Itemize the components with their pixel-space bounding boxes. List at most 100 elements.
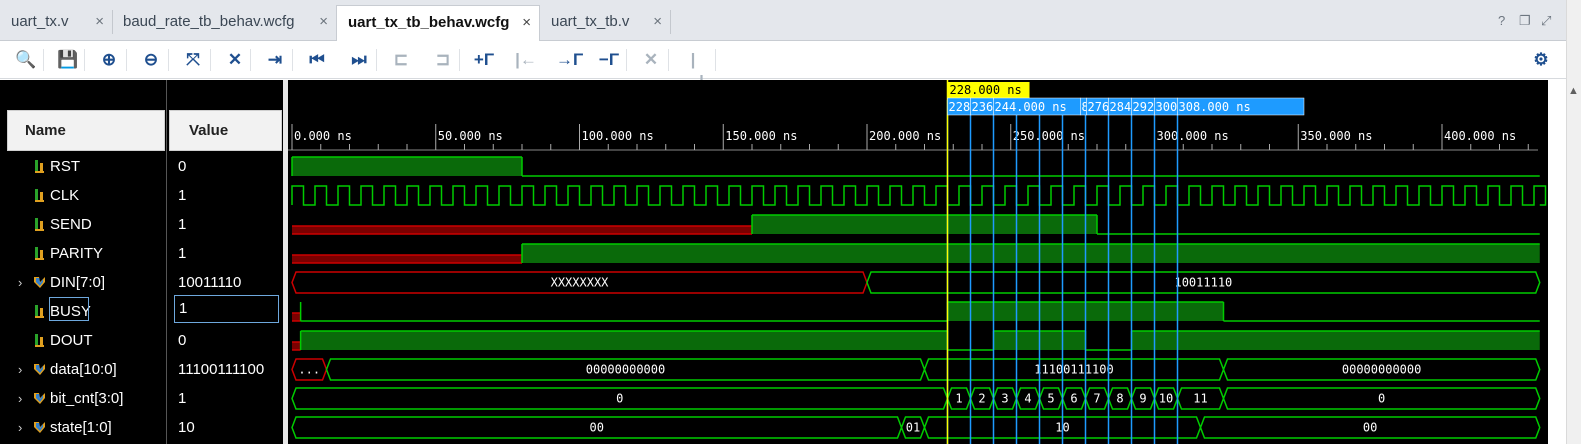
close-icon[interactable]: × <box>522 6 531 40</box>
close-icon[interactable]: × <box>653 6 662 38</box>
previous-marker-icon[interactable]: |← <box>514 49 538 71</box>
rst-wave <box>291 156 1540 177</box>
chevron-right-icon[interactable]: › <box>18 384 22 413</box>
zoom-fit-icon[interactable]: ⤧ <box>181 49 205 71</box>
swap-cursors-icon[interactable]: |↔| <box>681 49 705 91</box>
zoom-out-icon[interactable]: ⊖ <box>139 49 163 71</box>
previous-transition-icon[interactable]: ⊏ <box>389 49 413 71</box>
editor-tab-bar: uart_tx.v × baud_rate_tb_behav.wcfg × ua… <box>0 0 1566 42</box>
signal-row[interactable]: PARITY <box>0 239 166 268</box>
bit-signal-icon <box>35 218 44 231</box>
time-ruler-label: 200.000 ns <box>869 129 941 143</box>
tab-uart-tx-tb-behav-wcfg[interactable]: uart_tx_tb_behav.wcfg × <box>336 5 540 42</box>
time-ruler-label: 250.000 ns <box>1013 129 1085 143</box>
help-icon[interactable]: ? <box>1498 13 1505 28</box>
time-ruler-label: 150.000 ns <box>725 129 797 143</box>
signal-value: 1 <box>178 216 187 233</box>
signal-name: PARITY <box>50 245 104 262</box>
name-column-header[interactable]: Name <box>7 110 165 151</box>
signal-row[interactable]: › bit_cnt[3:0] <box>0 384 166 413</box>
bit-cnt-bus-label: 3 <box>1001 392 1008 406</box>
parity-wave <box>521 243 1540 263</box>
bus-signal-icon <box>34 422 45 433</box>
bit-cnt-bus-label: 0 <box>616 392 623 406</box>
delete-all-markers-icon[interactable]: ✕ <box>639 49 663 71</box>
bit-cnt-bus-label: 9 <box>1139 392 1146 406</box>
signal-value: 10 <box>178 419 195 436</box>
bit-cnt-bus-label: 4 <box>1024 392 1031 406</box>
signal-row[interactable]: › data[10:0] <box>0 355 166 384</box>
signal-value: 1 <box>178 390 187 407</box>
busy-value-field[interactable]: 1 <box>174 295 279 323</box>
next-transition-icon[interactable]: ⊐ <box>431 49 455 71</box>
next-marker-icon[interactable]: →Γ <box>556 49 583 71</box>
bit-cnt-bus-label: 7 <box>1093 392 1100 406</box>
signal-value: 10011110 <box>178 274 242 291</box>
signal-row[interactable]: CLK <box>0 181 166 210</box>
signal-row[interactable]: › DIN[7:0] <box>0 268 166 297</box>
signal-row[interactable]: RST <box>0 152 166 181</box>
signal-name: DOUT <box>50 332 93 349</box>
restore-icon[interactable]: ❐ <box>1519 13 1531 29</box>
value-column-header[interactable]: Value <box>169 110 282 151</box>
data-bus-label: ... <box>298 363 320 377</box>
waveform-panel[interactable]: 0.000 ns 50.000 ns 100.000 ns 150.000 ns 200… <box>288 80 1548 444</box>
send-undefined-fill <box>292 226 752 234</box>
zoom-search-icon[interactable]: 🔍 <box>14 49 38 71</box>
close-icon[interactable]: × <box>95 6 104 38</box>
signal-row[interactable]: DOUT <box>0 326 166 355</box>
signal-row[interactable]: › state[1:0] <box>0 413 166 442</box>
tab-label: baud_rate_tb_behav.wcfg <box>123 13 295 30</box>
dout-high-fill <box>300 331 948 350</box>
bit-cnt-bus-label: 8 <box>1116 392 1123 406</box>
signal-name: DIN[7:0] <box>50 274 106 291</box>
parity-high-fill <box>522 244 1540 263</box>
delete-marker-icon[interactable]: −Γ <box>597 49 621 71</box>
marker-label: 244.000 ns <box>995 100 1067 114</box>
tab-label: uart_tx_tb_behav.wcfg <box>348 14 510 31</box>
go-to-last-icon[interactable]: ⏭ <box>347 49 371 71</box>
signal-name: state[1:0] <box>50 419 112 436</box>
signal-name: SEND <box>50 216 92 233</box>
chevron-right-icon[interactable]: › <box>18 355 22 384</box>
maximize-icon[interactable]: ⤢ <box>1541 13 1551 29</box>
bit-cnt-bus-label: 11 <box>1193 392 1207 406</box>
save-icon[interactable]: 💾 <box>56 49 80 71</box>
marker-label: 236 <box>972 100 994 114</box>
chevron-right-icon[interactable]: › <box>18 268 22 297</box>
tab-baud-rate-tb-behav-wcfg[interactable]: baud_rate_tb_behav.wcfg × <box>112 6 336 41</box>
dout-wave <box>299 330 1540 351</box>
settings-gear-icon[interactable]: ⚙ <box>1529 49 1553 71</box>
scroll-up-arrow-icon[interactable]: ▲ <box>1566 82 1581 100</box>
parity-undefined-fill <box>292 255 522 263</box>
time-ruler-label: 350.000 ns <box>1300 129 1372 143</box>
add-marker-icon[interactable]: +Γ <box>472 49 496 71</box>
tab-label: uart_tx_tb.v <box>551 13 630 30</box>
go-to-time-zero-icon[interactable]: ⇥ <box>263 49 287 71</box>
dout-high-fill <box>1131 331 1540 350</box>
data-bus-label: 00000000000 <box>586 363 665 377</box>
data-bus-label: 11100111100 <box>1034 363 1113 377</box>
cursor-to-selected-icon[interactable]: ✕ <box>223 49 247 71</box>
go-to-first-icon[interactable]: ⏮ <box>305 49 329 71</box>
tab-uart-tx-tb-v[interactable]: uart_tx_tb.v × <box>540 6 670 41</box>
vertical-scrollbar[interactable] <box>1566 0 1581 444</box>
chevron-right-icon[interactable]: › <box>18 413 22 442</box>
bit-cnt-bus-label: 10 <box>1159 392 1173 406</box>
rst-high-fill <box>292 157 522 176</box>
marker-label: 292 <box>1133 100 1155 114</box>
signal-value: 11100111100 <box>178 361 265 378</box>
waveform-toolbar: 🔍 💾 ⊕ ⊖ ⤧ ✕ ⇥ ⏮ ⏭ ⊏ ⊐ +Γ |← →Γ −Γ ✕ |↔| ⚙ <box>0 41 1566 91</box>
close-icon[interactable]: × <box>319 6 328 38</box>
marker-label: 308.000 ns <box>1179 100 1251 114</box>
din-bus-label: XXXXXXXX <box>551 276 610 290</box>
time-ruler-label: 400.000 ns <box>1444 129 1516 143</box>
waveform-canvas[interactable]: 0.000 ns 50.000 ns 100.000 ns 150.000 ns 200… <box>288 80 1548 444</box>
waveform-window: uart_tx.v × baud_rate_tb_behav.wcfg × ua… <box>0 0 1581 444</box>
signal-row[interactable]: SEND <box>0 210 166 239</box>
marker-label: 276 <box>1088 100 1110 114</box>
bus-signal-icon <box>34 393 45 404</box>
tab-uart-tx-v[interactable]: uart_tx.v × <box>0 6 112 41</box>
busy-wave <box>299 301 1540 322</box>
zoom-in-icon[interactable]: ⊕ <box>97 49 121 71</box>
